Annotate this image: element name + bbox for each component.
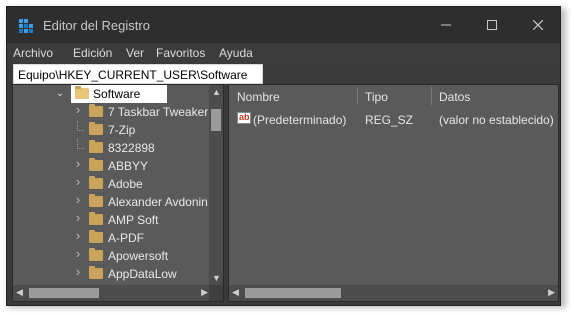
chevron-right-icon[interactable]: › <box>73 157 83 170</box>
value-name: (Predeterminado) <box>253 113 347 127</box>
tree-item[interactable]: › AMP Soft <box>13 211 209 229</box>
scroll-up-icon[interactable]: ▲ <box>212 87 221 97</box>
folder-icon <box>89 194 103 207</box>
scrollbar-corner <box>209 285 223 301</box>
chevron-down-icon[interactable]: ⌄ <box>55 89 65 99</box>
tree-item[interactable]: 8322898 <box>13 139 209 157</box>
list-horizontal-scroll-thumb[interactable] <box>245 288 341 298</box>
minimize-icon <box>441 24 451 26</box>
maximize-button[interactable] <box>469 7 515 43</box>
folder-icon <box>89 158 103 171</box>
menu-bar: Archivo Edición Ver Favoritos Ayuda <box>7 43 560 63</box>
chevron-right-icon[interactable]: › <box>73 175 83 188</box>
menu-ayuda[interactable]: Ayuda <box>219 46 253 60</box>
menu-archivo[interactable]: Archivo <box>13 46 53 60</box>
tree-connector-line <box>77 121 84 131</box>
chevron-right-icon[interactable]: › <box>73 247 83 260</box>
tree-horizontal-scrollbar[interactable]: ◀ ▶ <box>13 285 211 301</box>
tree-item-label: 7-Zip <box>108 123 136 137</box>
column-header-datos[interactable]: Datos <box>439 90 470 104</box>
tree-item-label: Software <box>93 87 141 101</box>
tree-horizontal-scroll-thumb[interactable] <box>29 288 99 298</box>
folder-icon <box>89 248 103 261</box>
scroll-right-icon[interactable]: ▶ <box>548 287 555 298</box>
selected-highlight: Software <box>71 85 167 103</box>
tree-item-label: Apowersoft <box>108 249 169 263</box>
tree-item[interactable]: › AppDataLow <box>13 265 209 283</box>
value-type: REG_SZ <box>365 113 414 127</box>
scroll-left-icon[interactable]: ◀ <box>16 287 23 298</box>
window-title: Editor del Registro <box>43 18 150 33</box>
folder-icon <box>89 122 103 135</box>
string-value-icon: ab <box>237 112 251 124</box>
tree-item-label: 7 Taskbar Tweaker <box>108 105 209 119</box>
tree-item[interactable]: › ABBYY <box>13 157 209 175</box>
chevron-right-icon[interactable]: › <box>73 193 83 206</box>
close-button[interactable] <box>515 7 560 43</box>
menu-ver[interactable]: Ver <box>126 46 144 60</box>
tree-item[interactable]: › Adobe <box>13 175 209 193</box>
tree-item-software[interactable]: ⌄ Software <box>13 85 209 103</box>
address-path: Equipo\HKEY_CURRENT_USER\Software <box>18 68 248 82</box>
minimize-button[interactable] <box>423 7 469 43</box>
scroll-down-icon[interactable]: ▼ <box>212 273 221 283</box>
tree-item[interactable]: › Alexander Avdonin <box>13 193 209 211</box>
scroll-left-icon[interactable]: ◀ <box>232 287 239 298</box>
chevron-right-icon[interactable]: › <box>73 103 83 116</box>
scroll-right-icon[interactable]: ▶ <box>201 287 208 298</box>
column-header-nombre[interactable]: Nombre <box>237 90 280 104</box>
registry-app-icon <box>19 19 33 33</box>
tree-item-label: AMP Soft <box>108 213 159 227</box>
folder-icon <box>89 140 103 153</box>
tree-item-label: A-PDF <box>108 231 144 245</box>
close-icon <box>533 20 543 30</box>
tree-item-label: 8322898 <box>108 141 155 155</box>
tree-item[interactable]: › A-PDF <box>13 229 209 247</box>
values-list-pane[interactable]: Nombre Tipo Datos ab (Predeterminado) RE… <box>228 84 559 302</box>
address-bar[interactable]: Equipo\HKEY_CURRENT_USER\Software <box>13 64 263 84</box>
tree-connector-line <box>77 139 84 149</box>
tree-item-label: ABBYY <box>108 159 149 173</box>
chevron-right-icon[interactable]: › <box>73 265 83 278</box>
tree-vertical-scroll-thumb[interactable] <box>211 109 221 131</box>
tree-item[interactable]: › Apowersoft <box>13 247 209 265</box>
tree-vertical-scrollbar[interactable]: ▲ ▼ <box>209 85 223 285</box>
registry-editor-window: Editor del Registro Archivo Edición Ver … <box>6 6 561 306</box>
menu-favoritos[interactable]: Favoritos <box>156 46 205 60</box>
tree-item[interactable]: 7-Zip <box>13 121 209 139</box>
tree-item-label: Adobe <box>108 177 143 191</box>
folder-icon <box>75 86 89 99</box>
tree-item-label: Alexander Avdonin <box>108 195 208 209</box>
tree-item[interactable]: › 7 Taskbar Tweaker <box>13 103 209 121</box>
folder-icon <box>89 212 103 225</box>
column-divider[interactable] <box>357 87 358 105</box>
folder-icon <box>89 266 103 279</box>
folder-icon <box>89 104 103 117</box>
menu-edicion[interactable]: Edición <box>73 46 112 60</box>
maximize-icon <box>487 20 497 30</box>
chevron-right-icon[interactable]: › <box>73 229 83 242</box>
chevron-right-icon[interactable]: › <box>73 211 83 224</box>
column-divider[interactable] <box>431 87 432 105</box>
column-header-tipo[interactable]: Tipo <box>365 90 388 104</box>
list-horizontal-scrollbar[interactable]: ◀ ▶ <box>229 285 558 301</box>
title-bar[interactable]: Editor del Registro <box>7 7 560 43</box>
folder-icon <box>89 176 103 189</box>
value-data: (valor no establecido) <box>439 113 554 127</box>
tree-item-label: AppDataLow <box>108 267 177 281</box>
folder-icon <box>89 230 103 243</box>
key-tree-pane[interactable]: ⌄ Software › 7 Taskbar Tweaker 7-Zip 832289… <box>12 84 224 302</box>
